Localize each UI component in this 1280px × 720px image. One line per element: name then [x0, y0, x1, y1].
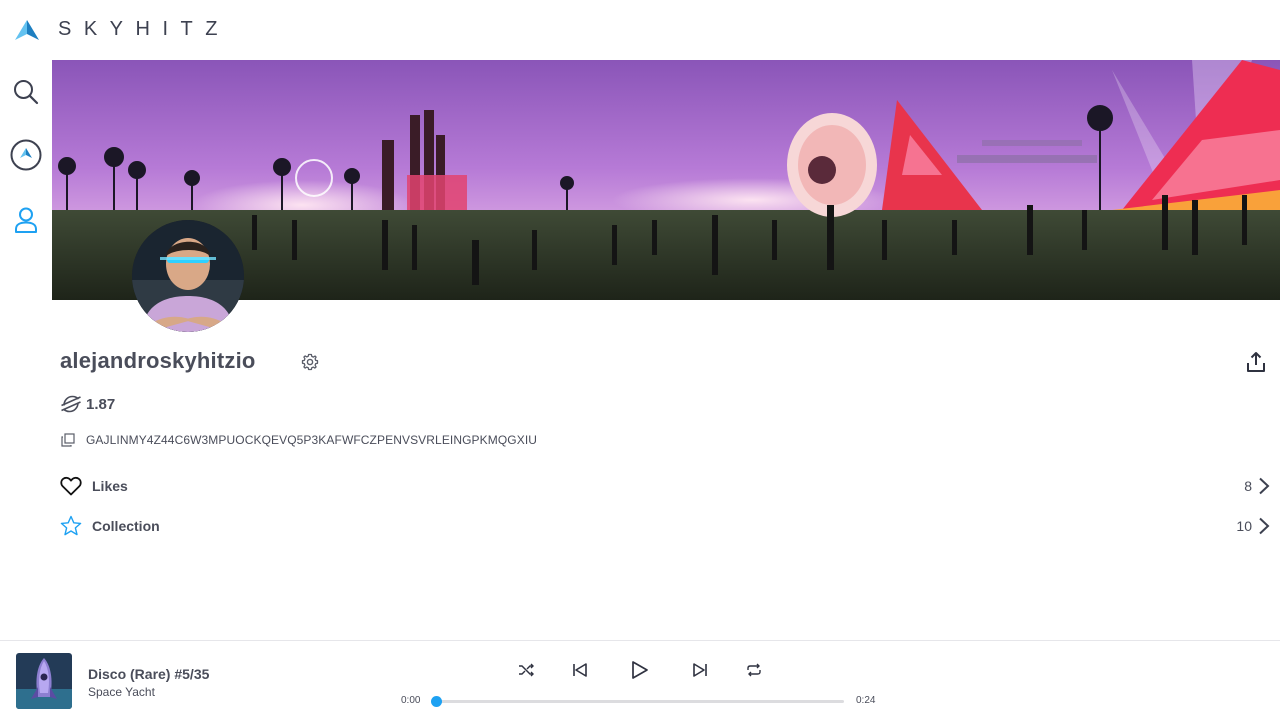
settings-button[interactable] — [300, 352, 320, 372]
wallet-address: GAJLINMY4Z44C6W3MPUOCKQEVQ5P3KAFWFCZPENV… — [86, 433, 538, 447]
progress-bar[interactable] — [436, 700, 844, 703]
next-button[interactable] — [688, 658, 712, 682]
skyhitz-logo-icon — [10, 139, 42, 171]
user-icon — [15, 207, 37, 233]
skip-back-icon — [573, 663, 587, 677]
chevron-right-icon — [1259, 477, 1270, 495]
star-icon — [60, 515, 82, 536]
play-button[interactable] — [627, 658, 651, 682]
collection-count: 10 — [1236, 518, 1252, 534]
likes-label: Likes — [92, 478, 128, 494]
repeat-icon — [747, 663, 761, 677]
wallet-balance: 1.87 — [60, 393, 115, 415]
previous-button[interactable] — [568, 658, 592, 682]
top-bar: SKYHITZ — [0, 0, 1280, 60]
brand-name: SKYHITZ — [58, 18, 230, 40]
sidebar-item-search[interactable] — [10, 76, 42, 108]
shuffle-button[interactable] — [514, 658, 538, 682]
collection-label: Collection — [92, 518, 160, 534]
avatar[interactable] — [132, 220, 244, 332]
repeat-button[interactable] — [742, 658, 766, 682]
current-time: 0:00 — [401, 695, 421, 706]
likes-count: 8 — [1244, 478, 1252, 494]
profile-username: alejandroskyhitzio — [60, 348, 256, 373]
share-icon — [1247, 352, 1265, 372]
sidebar-item-home[interactable] — [10, 139, 42, 171]
collection-row[interactable]: Collection 10 — [60, 511, 1270, 541]
player-bar: Disco (Rare) #5/35 Space Yacht 0:00 0:24 — [0, 640, 1280, 720]
progress-handle[interactable] — [431, 696, 442, 707]
heart-icon — [60, 476, 82, 496]
play-icon — [632, 661, 648, 679]
gear-icon — [301, 353, 319, 371]
sidebar-item-profile[interactable] — [10, 204, 42, 236]
skyhitz-logo[interactable] — [14, 19, 40, 41]
search-icon — [14, 80, 39, 105]
stellar-icon — [61, 395, 81, 413]
duration: 0:24 — [856, 695, 876, 706]
track-artist[interactable]: Space Yacht — [88, 685, 155, 699]
skip-forward-icon — [693, 663, 707, 677]
chevron-right-icon — [1259, 517, 1270, 535]
track-artwork[interactable] — [16, 653, 72, 709]
track-title: Disco (Rare) #5/35 — [88, 666, 210, 682]
sidebar — [0, 60, 52, 640]
wallet-address-copy[interactable]: GAJLINMY4Z44C6W3MPUOCKQEVQ5P3KAFWFCZPENV… — [60, 432, 537, 448]
likes-row[interactable]: Likes 8 — [60, 471, 1270, 501]
copy-icon — [61, 433, 75, 447]
balance-value: 1.87 — [86, 395, 116, 413]
shuffle-icon — [519, 663, 534, 677]
share-button[interactable] — [1244, 350, 1268, 374]
